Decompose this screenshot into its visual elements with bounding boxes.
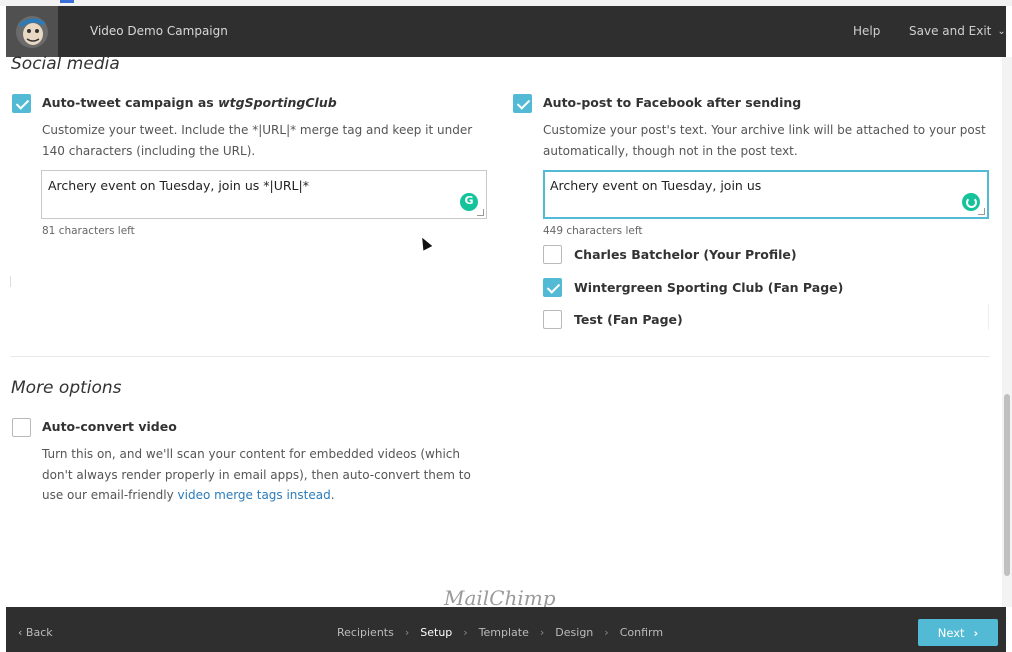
auto-post-facebook-label: Auto-post to Facebook after sending — [543, 95, 802, 110]
facebook-description: Customize your post's text. Your archive… — [543, 123, 986, 158]
chevron-right-icon: › — [973, 625, 979, 640]
bottom-step-bar: ‹ Back Recipients › Setup › Template › D… — [6, 607, 1006, 652]
step-design[interactable]: Design — [555, 626, 593, 639]
facebook-char-counter: 449 characters left — [543, 225, 643, 237]
step-recipients[interactable]: Recipients — [337, 626, 394, 639]
save-and-exit-menu[interactable]: Save and Exit ⌄ — [909, 24, 1006, 38]
page-scrollbar[interactable] — [1002, 57, 1012, 607]
save-exit-label: Save and Exit — [909, 24, 992, 38]
facebook-post-textarea[interactable]: Archery event on Tuesday, join us — [543, 170, 989, 219]
tab-indicator — [60, 0, 74, 3]
help-link[interactable]: Help — [853, 24, 880, 38]
chevron-left-icon: ‹ — [18, 626, 23, 639]
top-nav-bar: Video Demo Campaign Help Save and Exit ⌄ — [6, 6, 1006, 57]
page-label-charles-batchelor: Charles Batchelor (Your Profile) — [574, 247, 797, 262]
tweet-text: Archery event on Tuesday, join us *|URL|… — [48, 178, 309, 193]
divider-tick — [988, 304, 989, 330]
mouse-cursor-icon — [417, 235, 433, 251]
tweet-char-counter: 81 characters left — [42, 225, 135, 237]
step-navigation: Recipients › Setup › Template › Design ›… — [337, 626, 663, 639]
next-button[interactable]: Next › — [918, 619, 998, 646]
resize-handle[interactable] — [978, 208, 985, 215]
auto-tweet-description: Customize your tweet. Include the *|URL|… — [42, 123, 473, 158]
auto-tweet-label: Auto-tweet campaign as wtgSportingClub — [42, 95, 337, 110]
resize-handle[interactable] — [477, 209, 484, 216]
chevron-right-icon: › — [463, 626, 468, 639]
auto-convert-description-end: . — [330, 488, 335, 502]
social-media-heading: Social media — [11, 54, 120, 74]
chevron-down-icon: ⌄ — [997, 26, 1006, 37]
step-setup[interactable]: Setup — [420, 626, 452, 639]
auto-convert-video-label: Auto-convert video — [42, 419, 177, 434]
page-label-wintergreen: Wintergreen Sporting Club (Fan Page) — [574, 280, 844, 295]
more-options-heading: More options — [11, 378, 122, 398]
video-merge-tags-link[interactable]: video merge tags instead — [178, 488, 331, 502]
page-checkbox-charles-batchelor[interactable] — [543, 245, 562, 264]
auto-tweet-label-prefix: Auto-tweet campaign as — [42, 95, 219, 110]
back-button[interactable]: ‹ Back — [18, 626, 53, 639]
step-confirm[interactable]: Confirm — [620, 626, 663, 639]
campaign-title: Video Demo Campaign — [90, 24, 228, 38]
page-checkbox-test[interactable] — [543, 310, 562, 329]
auto-convert-description: Turn this on, and we'll scan your conten… — [42, 444, 494, 506]
chevron-right-icon: › — [404, 626, 410, 639]
back-label: Back — [25, 626, 53, 639]
auto-tweet-checkbox[interactable] — [12, 94, 31, 113]
next-label: Next — [937, 625, 965, 640]
page-checkbox-wintergreen[interactable] — [543, 278, 562, 297]
tweet-textarea[interactable]: Archery event on Tuesday, join us *|URL|… — [41, 170, 487, 219]
divider-tick — [10, 276, 11, 287]
step-template[interactable]: Template — [479, 626, 529, 639]
scrollbar-thumb[interactable] — [1004, 394, 1010, 576]
twitter-account: wtgSportingClub — [218, 95, 337, 110]
auto-post-facebook-checkbox[interactable] — [513, 94, 532, 113]
section-divider — [10, 356, 990, 357]
grammarly-icon[interactable] — [460, 193, 478, 211]
mailchimp-logo-icon[interactable] — [6, 6, 58, 57]
auto-convert-video-checkbox[interactable] — [12, 418, 31, 437]
chevron-right-icon: › — [604, 626, 609, 639]
page-label-test: Test (Fan Page) — [574, 312, 683, 327]
facebook-post-text: Archery event on Tuesday, join us — [550, 178, 762, 193]
chevron-right-icon: › — [539, 626, 545, 639]
